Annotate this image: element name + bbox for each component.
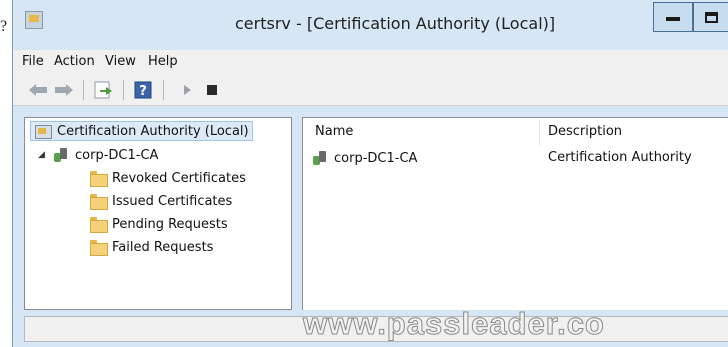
tree-item-failed-requests[interactable]: Failed Requests: [89, 237, 213, 257]
tree-item-pending-requests[interactable]: Pending Requests: [89, 214, 228, 234]
export-list-icon: [94, 81, 112, 99]
list-item[interactable]: corp-DC1-CA: [311, 148, 417, 168]
toolbar-separator: [123, 80, 124, 100]
maximize-button[interactable]: [693, 2, 728, 32]
folder-icon: [89, 193, 108, 210]
menu-help[interactable]: Help: [148, 54, 178, 69]
tree-item-label: Revoked Certificates: [112, 170, 246, 186]
list-item-description: Certification Authority: [548, 150, 692, 165]
menu-action[interactable]: Action: [54, 54, 95, 69]
ca-snapin-icon: [34, 123, 52, 139]
folder-icon: [89, 170, 108, 187]
details-pane: Name Description corp-DC1-CA Certificati…: [302, 117, 728, 310]
help-button[interactable]: ?: [132, 80, 154, 100]
stop-service-icon: [207, 85, 217, 95]
tree-item-label: corp-DC1-CA: [75, 147, 159, 163]
menu-bar: File Action View Help: [13, 50, 728, 74]
mmc-window: certsrv - [Certification Authority (Loca…: [12, 0, 728, 347]
toolbar: ?: [13, 74, 728, 106]
certsrv-app-icon[interactable]: [25, 11, 43, 29]
maximize-icon: [704, 12, 718, 23]
stop-service-button[interactable]: [203, 80, 221, 100]
svg-text:?: ?: [139, 84, 147, 99]
tree-item-ca[interactable]: ◢ corp-DC1-CA: [38, 145, 158, 165]
tree-item-issued-certificates[interactable]: Issued Certificates: [89, 191, 232, 211]
watermark-text: www.passleader.co: [303, 306, 605, 342]
folder-icon: [89, 239, 108, 256]
export-list-button[interactable]: [93, 80, 115, 100]
column-divider[interactable]: [539, 120, 540, 146]
start-service-icon: [184, 85, 191, 95]
certificate-server-icon: [311, 150, 329, 166]
menu-view[interactable]: View: [105, 54, 136, 69]
tree-item-label: Issued Certificates: [112, 193, 233, 209]
list-item-name: corp-DC1-CA: [334, 150, 418, 166]
tree-item-label: Failed Requests: [112, 239, 214, 255]
column-header-description[interactable]: Description: [548, 124, 622, 139]
toolbar-separator: [83, 80, 84, 100]
folder-icon: [89, 216, 108, 233]
forward-button[interactable]: [53, 80, 75, 100]
back-button[interactable]: [27, 80, 49, 100]
back-arrow-icon: [29, 84, 47, 96]
tree-item-label: Certification Authority (Local): [57, 123, 249, 139]
stray-question-mark: ?: [0, 18, 8, 35]
minimize-button[interactable]: [653, 2, 693, 32]
tree-item-root[interactable]: Certification Authority (Local): [30, 121, 253, 141]
column-header-name[interactable]: Name: [315, 124, 353, 139]
toolbar-separator: [163, 80, 164, 100]
forward-arrow-icon: [55, 84, 73, 96]
expanded-triangle-icon[interactable]: ◢: [38, 150, 52, 160]
window-title: certsrv - [Certification Authority (Loca…: [235, 14, 556, 33]
start-service-button[interactable]: [178, 80, 196, 100]
console-tree: Certification Authority (Local) ◢ corp-D…: [24, 117, 292, 310]
tree-item-label: Pending Requests: [112, 216, 228, 232]
tree-item-revoked-certificates[interactable]: Revoked Certificates: [89, 168, 246, 188]
menu-file[interactable]: File: [22, 54, 44, 69]
help-icon: ?: [134, 81, 152, 99]
certificate-server-icon: [52, 147, 70, 163]
title-bar[interactable]: certsrv - [Certification Authority (Loca…: [13, 0, 728, 44]
minimize-icon: [666, 17, 680, 21]
